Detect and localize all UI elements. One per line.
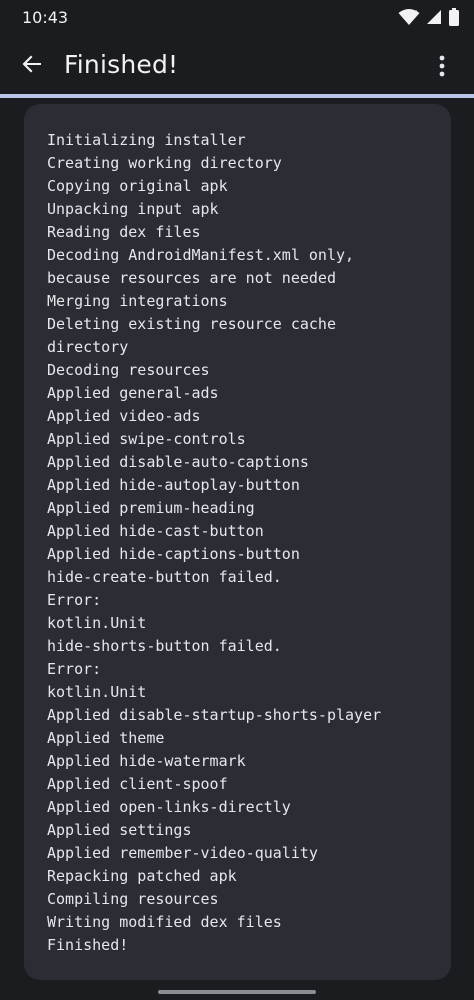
log-line: Applied hide-cast-button [47,522,264,540]
log-line: Applied hide-watermark [47,752,246,770]
log-line: Applied general-ads [47,384,219,402]
log-line: Initializing installer [47,131,246,149]
log-line: Unpacking input apk [47,200,219,218]
log-line: Applied remember-video-quality [47,844,318,862]
more-options-button[interactable] [424,50,460,86]
log-line: Decoding AndroidManifest.xml only, [47,246,355,264]
log-line: Compiling resources [47,890,219,908]
progress-fill [0,94,474,98]
progress-bar [0,94,474,98]
log-line: Deleting existing resource cache [47,315,336,333]
log-line: Error: [47,660,102,678]
more-vert-icon [439,55,445,81]
back-button[interactable] [14,48,50,84]
log-line: kotlin.Unit [47,683,147,701]
navigation-handle[interactable] [158,990,316,994]
battery-icon [448,8,460,26]
log-output[interactable]: Initializing installer Creating working d… [24,104,451,980]
log-line: Applied swipe-controls [47,430,246,448]
log-line: Applied disable-startup-shorts-player [47,706,382,724]
log-line: Writing modified dex files [47,913,282,931]
log-line: hide-shorts-button failed. [47,637,282,655]
app-bar: Finished! [0,36,474,94]
svg-text:x: x [413,8,417,16]
wifi-icon: x [398,8,420,26]
status-time: 10:43 [22,8,69,27]
log-line: kotlin.Unit [47,614,147,632]
log-line: Reading dex files [47,223,201,241]
log-line: because resources are not needed [47,269,336,287]
status-bar: 10:43 x [0,0,474,36]
log-line: Repacking patched apk [47,867,237,885]
log-line: Error: [47,591,102,609]
signal-icon [426,9,442,25]
log-line: Applied settings [47,821,192,839]
arrow-back-icon [21,53,43,79]
log-line: Applied open-links-directly [47,798,291,816]
status-icons: x [398,8,460,26]
log-line: Merging integrations [47,292,228,310]
log-line: directory [47,338,129,356]
log-line: Decoding resources [47,361,210,379]
log-line: Applied hide-autoplay-button [47,476,300,494]
page-title: Finished! [64,50,179,79]
log-line: Applied video-ads [47,407,201,425]
log-line: Copying original apk [47,177,228,195]
log-line: Creating working directory [47,154,282,172]
log-line: hide-create-button failed. [47,568,282,586]
log-line: Applied theme [47,729,165,747]
log-line: Applied hide-captions-button [47,545,300,563]
log-line: Applied client-spoof [47,775,228,793]
log-line: Finished! [47,936,129,954]
log-line: Applied premium-heading [47,499,255,517]
log-line: Applied disable-auto-captions [47,453,309,471]
